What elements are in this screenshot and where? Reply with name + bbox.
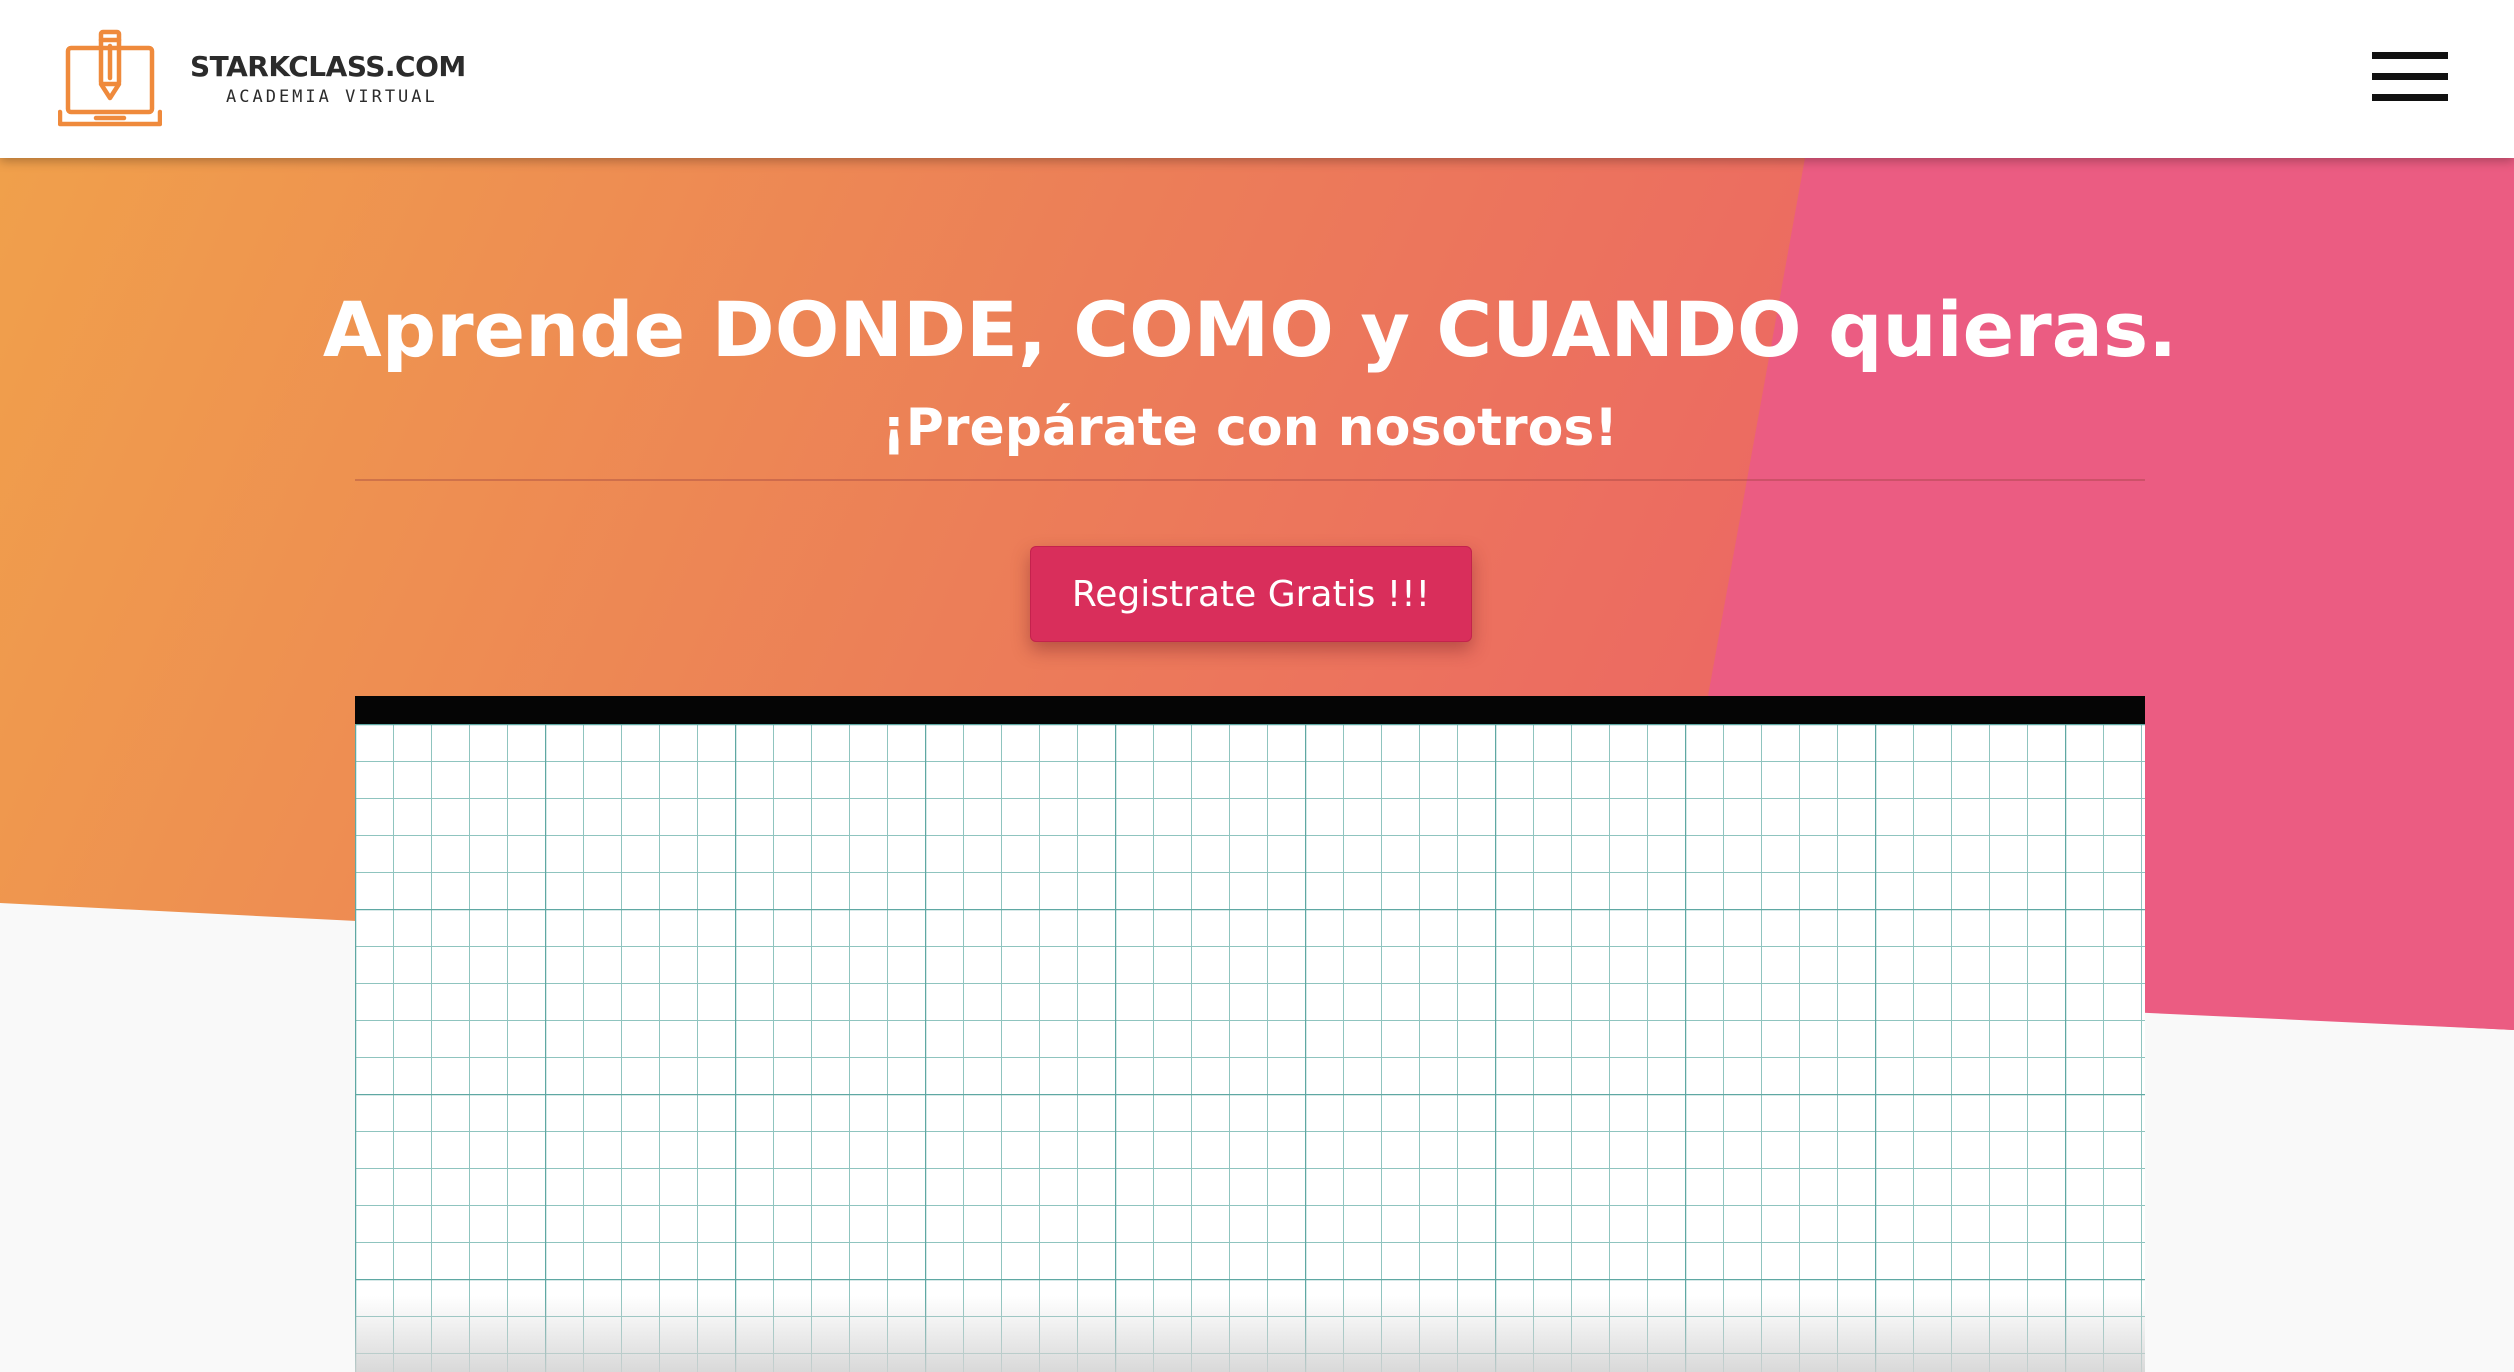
site-header: STARKCLASS.COM ACADEMIA VIRTUAL [0,0,2514,158]
logo-name: STARKCLASS.COM [190,50,466,83]
hero-title: Aprende DONDE, COMO y CUANDO quieras. [322,285,2178,374]
site-logo[interactable]: STARKCLASS.COM ACADEMIA VIRTUAL [58,26,478,132]
graph-paper-image [355,724,2145,1372]
logo-tagline: ACADEMIA VIRTUAL [226,87,438,107]
register-free-button[interactable]: Registrate Gratis !!! [1030,546,1472,642]
video-top-bar [355,696,2145,724]
hero-divider [355,479,2145,481]
hero-video[interactable] [355,696,2145,1372]
hamburger-menu-button[interactable] [2372,48,2452,106]
video-bottom-shade [355,1296,2145,1372]
hero-subtitle: ¡Prepárate con nosotros! [882,398,1618,458]
laptop-pencil-icon [58,29,162,127]
